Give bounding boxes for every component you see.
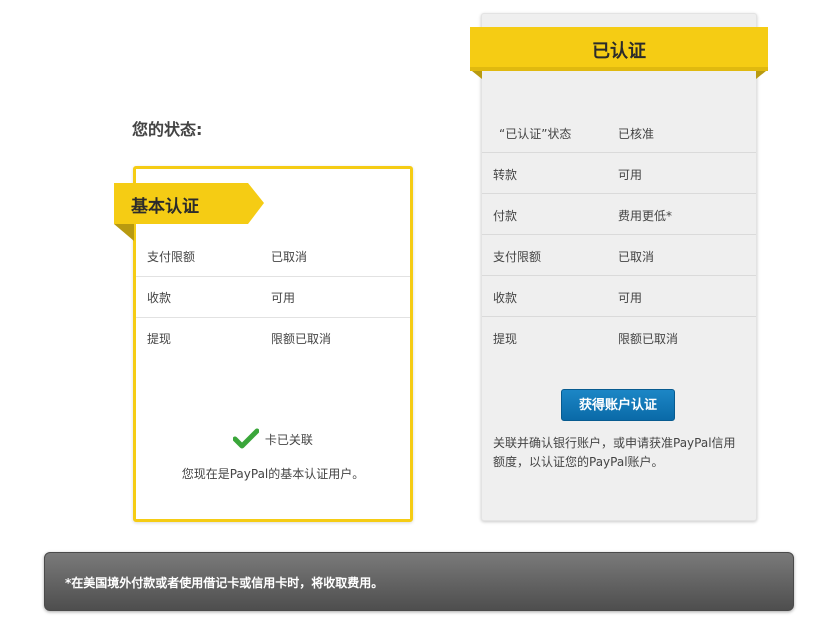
verification-instructions: 关联并确认银行账户，或申请获准PayPal信用额度，以认证您的PayPal账户。 (493, 436, 736, 469)
basic-ribbon-label: 基本认证 (131, 197, 199, 217)
row-value: 可用 (271, 291, 296, 305)
row-value: 已取消 (618, 250, 655, 264)
verified-row-receive: 收款 可用 (482, 276, 756, 317)
verified-row-payment: 付款 费用更低* (482, 194, 756, 235)
fee-notice-bar: *在美国境外付款或者使用借记卡或信用卡时，将收取费用。 (44, 552, 794, 611)
row-label: 支付限额 (147, 250, 196, 264)
row-value: 费用更低* (618, 209, 673, 223)
verified-status-list: “已认证”状态 已核准 转款 可用 付款 费用更低* 支付限额 已取消 收款 可… (482, 112, 756, 357)
basic-user-note: 您现在是PayPal的基本认证用户。 (181, 467, 365, 481)
row-value: 可用 (618, 291, 643, 305)
verified-ribbon: 已认证 (470, 27, 768, 79)
basic-row-withdraw: 提现 限额已取消 (136, 318, 410, 358)
basic-verification-ribbon: 基本认证 (114, 183, 264, 241)
row-label: 提现 (147, 332, 172, 346)
row-value: 可用 (618, 168, 643, 182)
verified-row-payment-limit: 支付限额 已取消 (482, 235, 756, 276)
verified-row-status: “已认证”状态 已核准 (482, 112, 756, 153)
check-icon (232, 428, 260, 450)
verified-row-withdraw: 提现 限额已取消 (482, 317, 756, 357)
row-value: 已取消 (271, 250, 308, 264)
row-value: 限额已取消 (271, 332, 332, 346)
verified-row-transfer: 转款 可用 (482, 153, 756, 194)
status-title: 您的状态: (132, 120, 203, 139)
fee-notice-text: *在美国境外付款或者使用借记卡或信用卡时，将收取费用。 (65, 576, 384, 590)
row-label: “已认证”状态 (499, 127, 572, 141)
row-label: 收款 (147, 291, 172, 305)
verified-card: “已认证”状态 已核准 转款 可用 付款 费用更低* 支付限额 已取消 收款 可… (481, 13, 757, 521)
row-value: 限额已取消 (618, 332, 679, 346)
row-label: 转款 (493, 168, 518, 182)
card-linked-label: 卡已关联 (264, 432, 313, 447)
row-label: 付款 (493, 209, 518, 223)
row-value: 已核准 (618, 127, 655, 141)
row-label: 收款 (493, 291, 518, 305)
basic-row-payment-limit: 支付限额 已取消 (136, 236, 410, 277)
verified-ribbon-label: 已认证 (592, 41, 646, 62)
row-label: 支付限额 (493, 250, 542, 264)
card-linked-status: 卡已关联 (136, 428, 410, 450)
basic-status-list: 支付限额 已取消 收款 可用 提现 限额已取消 (136, 236, 410, 358)
get-verified-button[interactable]: 获得账户认证 (561, 389, 675, 421)
basic-row-receive: 收款 可用 (136, 277, 410, 318)
row-label: 提现 (493, 332, 518, 346)
